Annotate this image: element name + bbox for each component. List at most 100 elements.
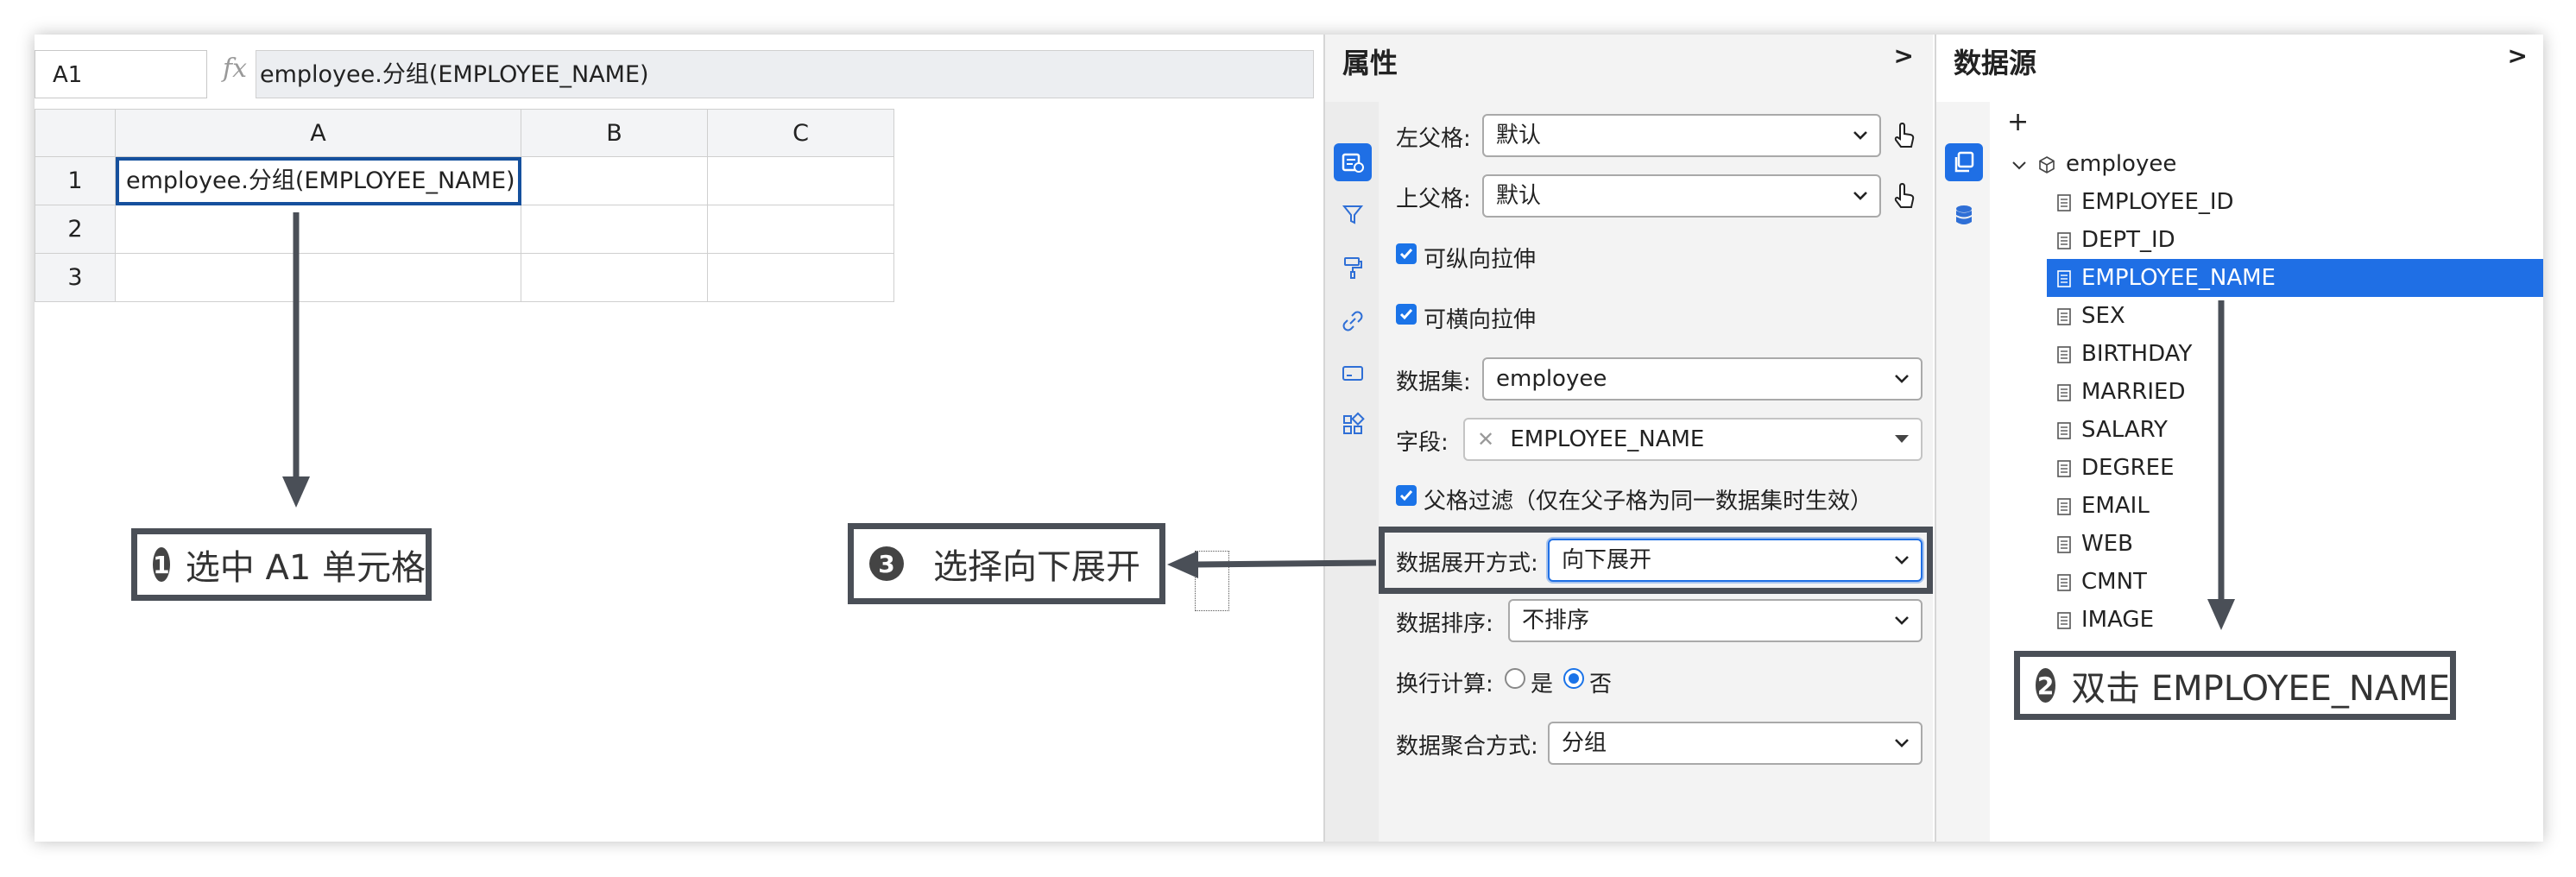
format-painter-icon[interactable] xyxy=(1334,249,1372,287)
filter-icon[interactable] xyxy=(1334,195,1372,233)
name-box[interactable]: A1 xyxy=(35,50,207,98)
caret-down-icon xyxy=(1895,435,1909,443)
corner-header[interactable] xyxy=(35,109,116,157)
field-item-web[interactable]: WEB xyxy=(2047,525,2543,563)
field-item-label: MARRIED xyxy=(2081,379,2186,405)
datasource-panel: 数据源 > + employee EMPLOYEE_ID DEPT_ID EMPLO… xyxy=(1935,35,2543,842)
column-header-c[interactable]: C xyxy=(708,109,894,157)
properties-icon-bar xyxy=(1325,102,1379,842)
field-item-label: DEGREE xyxy=(2081,455,2175,481)
field-item-label: WEB xyxy=(2081,531,2133,557)
field-label: 字段: xyxy=(1396,430,1449,456)
left-parent-select[interactable]: 默认 xyxy=(1482,114,1881,157)
properties-collapse-button[interactable]: > xyxy=(1894,41,1914,70)
wrap-no-radio[interactable] xyxy=(1563,668,1584,689)
horizontal-stretch-label: 可横向拉伸 xyxy=(1424,307,1537,333)
field-item-employee-id[interactable]: EMPLOYEE_ID xyxy=(2047,183,2543,221)
annotation-step-1: 1 选中 A1 单元格 xyxy=(131,528,432,601)
aggregation-label: 数据聚合方式: xyxy=(1396,734,1538,760)
expand-direction-label: 数据展开方式: xyxy=(1396,551,1538,577)
field-icon xyxy=(2057,421,2071,439)
expand-direction-value: 向下展开 xyxy=(1562,547,1652,573)
vertical-stretch-checkbox[interactable] xyxy=(1396,243,1417,264)
fx-icon: fx xyxy=(223,54,248,84)
chevron-down-icon xyxy=(1853,192,1867,200)
datasource-collapse-button[interactable]: > xyxy=(2508,41,2528,70)
dataset-label: 数据集: xyxy=(1396,369,1471,395)
field-item-birthday[interactable]: BIRTHDAY xyxy=(2047,335,2543,373)
field-icon xyxy=(2057,231,2071,249)
sort-label: 数据排序: xyxy=(1396,611,1493,637)
dataset-node-employee[interactable]: employee xyxy=(2011,145,2176,183)
row-header-3[interactable]: 3 xyxy=(35,254,116,302)
field-item-label: BIRTHDAY xyxy=(2081,341,2193,367)
field-icon xyxy=(2057,459,2071,477)
cell-attribute-icon[interactable] xyxy=(1334,143,1372,181)
step-number-badge: 2 xyxy=(2036,668,2056,703)
hyperlink-icon[interactable] xyxy=(1334,302,1372,340)
row-header-2[interactable]: 2 xyxy=(35,205,116,254)
drag-ghost xyxy=(1195,551,1229,611)
field-icon xyxy=(2057,269,2071,287)
field-icon xyxy=(2057,307,2071,325)
annotation-text: 双击 EMPLOYEE_NAME xyxy=(2071,669,2450,709)
field-item-label: CMNT xyxy=(2081,569,2147,595)
field-item-sex[interactable]: SEX xyxy=(2047,297,2543,335)
chevron-down-icon xyxy=(1895,375,1909,383)
designer-window: A1 fx employee.分组(EMPLOYEE_NAME) A B C 1… xyxy=(35,35,2543,842)
horizontal-stretch-checkbox[interactable] xyxy=(1396,304,1417,325)
check-icon xyxy=(1399,309,1413,320)
step-number-badge: 1 xyxy=(153,547,170,582)
field-item-label: EMPLOYEE_NAME xyxy=(2081,265,2276,291)
cell-c3[interactable] xyxy=(708,254,894,302)
aggregation-value: 分组 xyxy=(1562,730,1607,756)
sort-value: 不排序 xyxy=(1522,608,1590,634)
cell-a1[interactable]: employee.分组(EMPLOYEE_NAME) xyxy=(116,157,521,205)
sort-select[interactable]: 不排序 xyxy=(1508,599,1923,642)
column-header-a[interactable]: A xyxy=(116,109,521,157)
field-value: EMPLOYEE_NAME xyxy=(1510,426,1705,452)
top-parent-select[interactable]: 默认 xyxy=(1482,174,1881,218)
field-item-employee-name[interactable]: EMPLOYEE_NAME xyxy=(2047,259,2543,297)
field-item-married[interactable]: MARRIED xyxy=(2047,373,2543,411)
cell-a2[interactable] xyxy=(116,205,521,254)
more-components-icon[interactable] xyxy=(1334,406,1372,444)
check-icon xyxy=(1399,249,1413,260)
formula-bar[interactable]: employee.分组(EMPLOYEE_NAME) xyxy=(256,50,1314,98)
parent-filter-checkbox[interactable] xyxy=(1396,485,1417,506)
column-header-b[interactable]: B xyxy=(521,109,708,157)
cell-b2[interactable] xyxy=(521,205,708,254)
cell-c1[interactable] xyxy=(708,157,894,205)
dataset-select[interactable]: employee xyxy=(1482,357,1923,401)
annotation-step-2: 2 双击 EMPLOYEE_NAME xyxy=(2014,651,2456,720)
field-item-dept-id[interactable]: DEPT_ID xyxy=(2047,221,2543,259)
add-dataset-button[interactable]: + xyxy=(2007,107,2029,137)
row-header-1[interactable]: 1 xyxy=(35,157,116,205)
field-item-salary[interactable]: SALARY xyxy=(2047,411,2543,449)
field-item-label: EMAIL xyxy=(2081,493,2150,519)
field-item-degree[interactable]: DEGREE xyxy=(2047,449,2543,487)
field-item-cmnt[interactable]: CMNT xyxy=(2047,563,2543,601)
dataset-copy-icon[interactable] xyxy=(1945,143,1983,181)
field-item-label: DEPT_ID xyxy=(2081,227,2175,253)
field-item-label: SALARY xyxy=(2081,417,2168,443)
pick-cell-icon[interactable] xyxy=(1891,181,1917,216)
chevron-down-icon xyxy=(1895,556,1909,565)
widget-icon[interactable] xyxy=(1334,354,1372,392)
field-item-email[interactable]: EMAIL xyxy=(2047,487,2543,525)
cell-a3[interactable] xyxy=(116,254,521,302)
aggregation-select[interactable]: 分组 xyxy=(1548,722,1923,765)
expand-direction-select[interactable]: 向下展开 xyxy=(1548,539,1923,582)
field-item-image[interactable]: IMAGE xyxy=(2047,601,2543,639)
field-icon xyxy=(2057,573,2071,591)
cell-c2[interactable] xyxy=(708,205,894,254)
wrap-yes-radio[interactable] xyxy=(1505,668,1525,689)
check-icon xyxy=(1399,490,1413,502)
cell-b3[interactable] xyxy=(521,254,708,302)
cell-b1[interactable] xyxy=(521,157,708,205)
step-number-badge: 3 xyxy=(869,546,904,581)
field-select[interactable]: ✕ EMPLOYEE_NAME xyxy=(1463,418,1923,461)
clear-icon[interactable]: ✕ xyxy=(1477,427,1494,451)
database-icon[interactable] xyxy=(1945,197,1983,235)
pick-cell-icon[interactable] xyxy=(1891,121,1917,155)
